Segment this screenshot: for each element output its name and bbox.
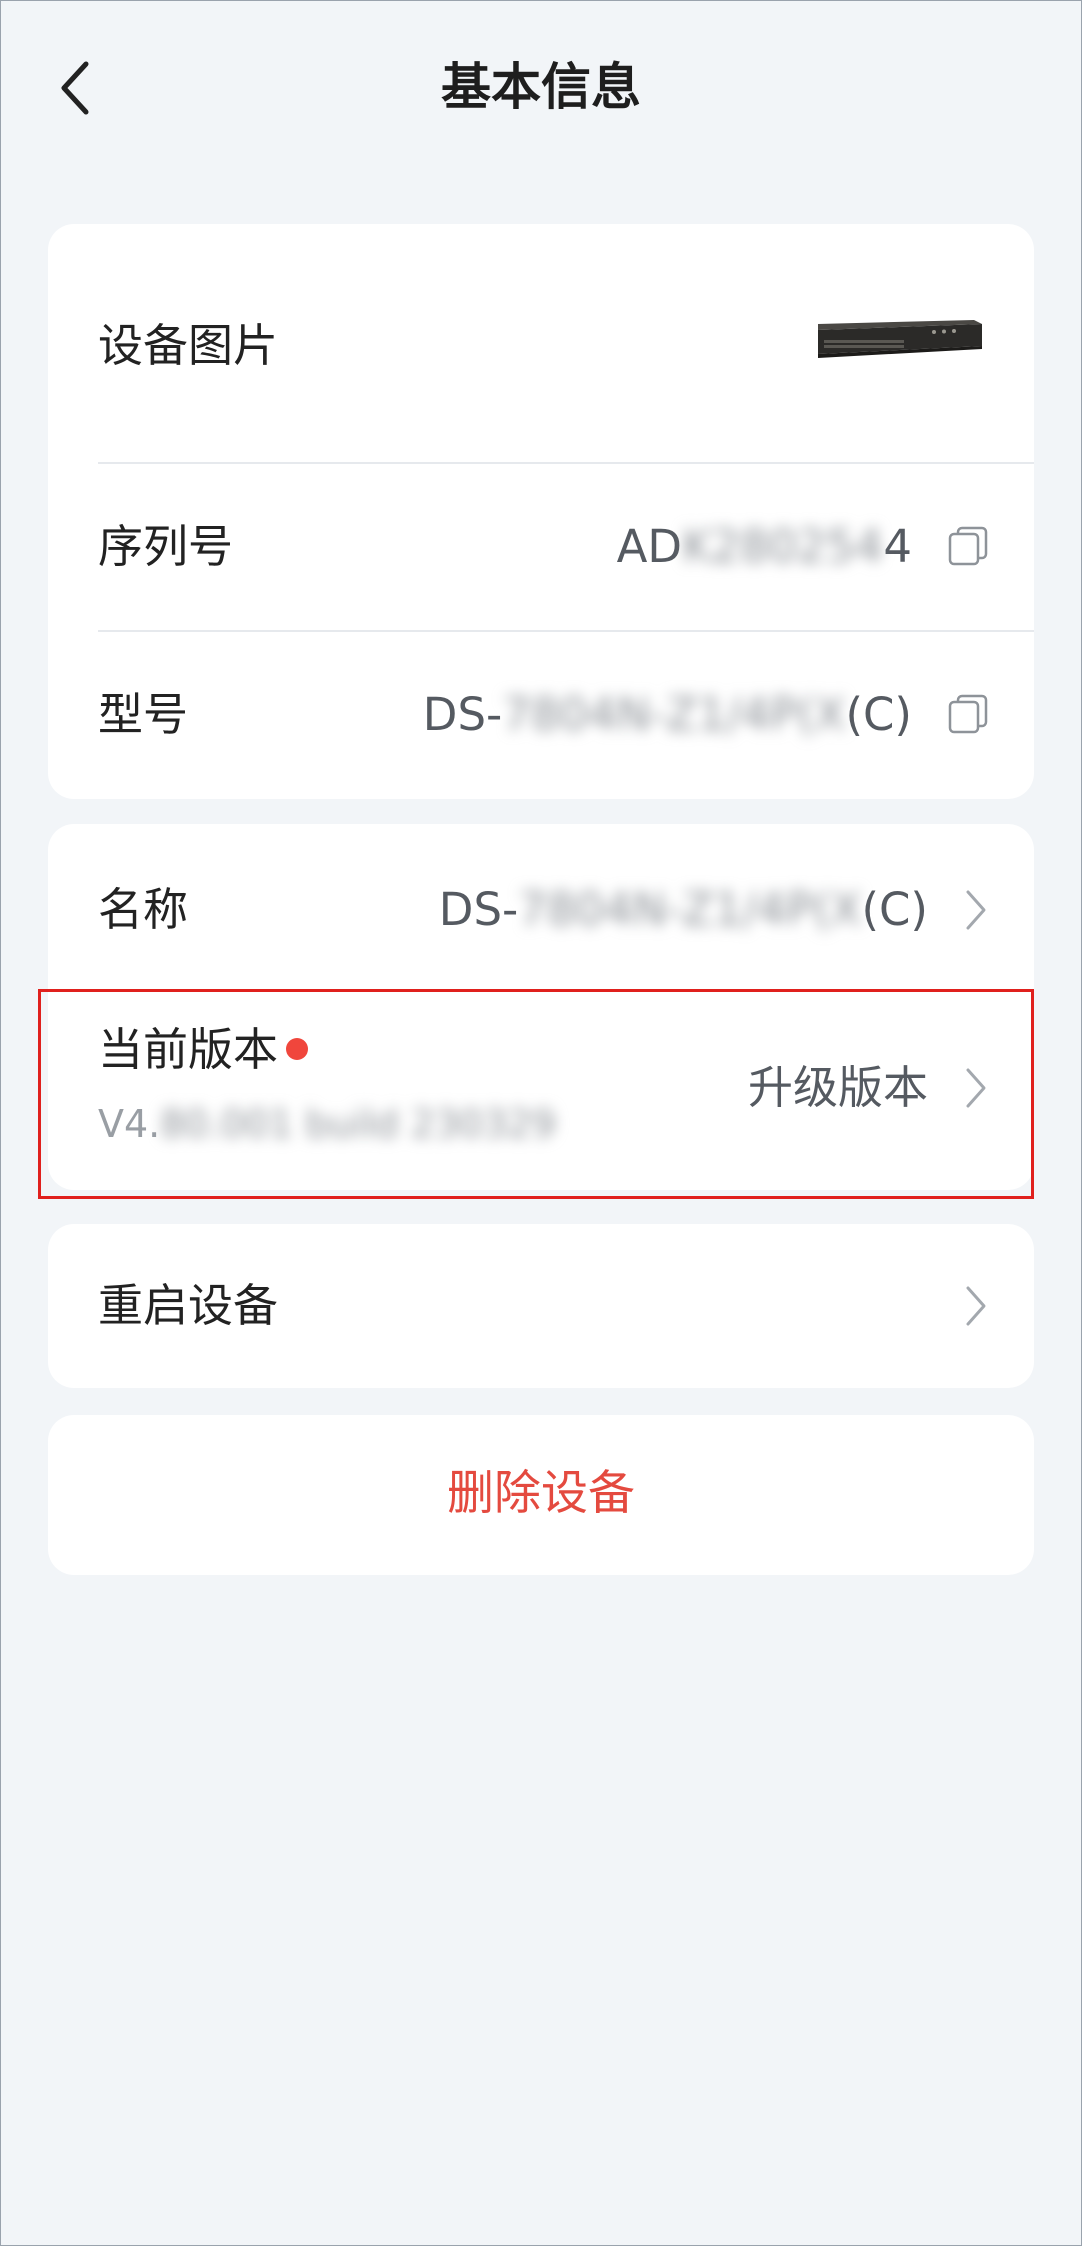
- chevron-right-icon: [966, 1068, 986, 1108]
- model-prefix: DS-: [422, 688, 503, 741]
- version-number: V4.80.001 build 230329: [98, 1094, 556, 1154]
- update-dot-icon: [286, 1038, 309, 1060]
- serial-row: 序列号 ADK2802544: [48, 464, 1034, 630]
- device-info-card: 设备图片 序列号 ADK2802544 型号 DS-7804N-Z1/4P(X(…: [48, 224, 1034, 799]
- header: 基本信息: [0, 0, 1082, 172]
- model-suffix: (C): [845, 688, 912, 741]
- current-version-row[interactable]: 当前版本 V4.80.001 build 230329 升级版本: [48, 992, 1034, 1190]
- version-prefix: V4.: [98, 1102, 161, 1146]
- model-row: 型号 DS-7804N-Z1/4P(X(C): [48, 632, 1034, 799]
- name-value: DS-7804N-Z1/4P(X(C): [439, 880, 928, 940]
- serial-label: 序列号: [98, 520, 234, 573]
- current-version-text: 当前版本: [98, 1023, 279, 1076]
- name-label: 名称: [98, 883, 189, 936]
- copy-icon[interactable]: [946, 524, 990, 568]
- name-suffix: (C): [861, 883, 928, 936]
- name-version-card: 名称 DS-7804N-Z1/4P(X(C) 当前版本 V4.80.001 bu…: [48, 824, 1034, 1190]
- upgrade-version-label: 升级版本: [747, 1061, 928, 1114]
- serial-blurred: K280254: [682, 520, 884, 573]
- version-blurred: 80.001 build 230329: [160, 1102, 556, 1146]
- chevron-right-icon: [966, 890, 986, 930]
- model-blurred: 7804N-Z1/4P(X: [502, 688, 846, 741]
- dvr-device-image: [818, 320, 982, 358]
- page-title: 基本信息: [441, 58, 641, 116]
- reboot-label: 重启设备: [98, 1279, 279, 1332]
- copy-icon[interactable]: [946, 692, 990, 736]
- name-prefix: DS-: [438, 883, 519, 936]
- model-label: 型号: [98, 688, 189, 741]
- delete-device-button[interactable]: 删除设备: [48, 1415, 1034, 1575]
- serial-prefix: AD: [616, 520, 683, 573]
- name-blurred: 7804N-Z1/4P(X: [518, 883, 862, 936]
- reboot-card[interactable]: 重启设备: [48, 1224, 1034, 1388]
- model-value: DS-7804N-Z1/4P(X(C): [423, 685, 912, 745]
- name-row[interactable]: 名称 DS-7804N-Z1/4P(X(C): [48, 824, 1034, 992]
- serial-value: ADK2802544: [617, 517, 912, 577]
- device-image-row: 设备图片: [48, 224, 1034, 462]
- current-version-label: 当前版本: [98, 1020, 309, 1080]
- chevron-right-icon: [966, 1286, 986, 1326]
- serial-suffix: 4: [883, 520, 912, 573]
- delete-label: 删除设备: [447, 1466, 635, 1521]
- device-image-label: 设备图片: [98, 319, 279, 372]
